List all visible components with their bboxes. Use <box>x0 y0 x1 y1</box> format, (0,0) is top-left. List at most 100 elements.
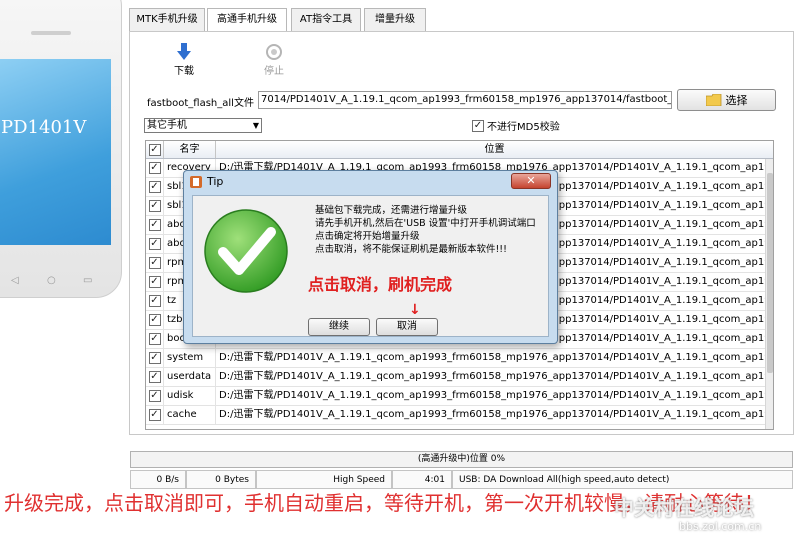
row-path: D:/迅雷下载/PD1401V_A_1.19.1_qcom_ap1993_frm… <box>219 390 773 401</box>
row-checkbox[interactable]: ✓ <box>148 276 161 288</box>
stop-label: 停止 <box>264 66 284 77</box>
close-icon: ✕ <box>526 174 536 187</box>
download-arrow-icon <box>164 42 204 62</box>
watermark-text: 中关村在线论坛 <box>614 496 754 520</box>
row-checkbox-cell: ✓ <box>146 406 164 424</box>
status-bar: 0 B/s 0 Bytes High Speed 4:01 USB: DA Do… <box>130 470 793 489</box>
row-checkbox-cell: ✓ <box>146 216 164 234</box>
column-name-header[interactable]: 名字 <box>164 141 216 158</box>
row-checkbox-cell: ✓ <box>146 387 164 405</box>
dialog-titlebar[interactable]: Tip ✕ <box>184 171 557 193</box>
row-checkbox[interactable]: ✓ <box>148 314 161 326</box>
back-icon: ◁ <box>11 275 19 286</box>
row-checkbox[interactable]: ✓ <box>148 390 161 402</box>
row-checkbox[interactable]: ✓ <box>148 238 161 250</box>
status-device: USB: DA Download All(high speed,auto det… <box>452 470 793 489</box>
phone-screen: PD1401V <box>0 59 111 245</box>
row-checkbox[interactable]: ✓ <box>148 181 161 193</box>
annotation-text: 点击取消，刷机完成 <box>308 275 453 294</box>
tab-at-tool[interactable]: AT指令工具 <box>291 8 361 32</box>
phone-image: PD1401V ◁ ○ ▭ <box>0 0 122 298</box>
select-all-cell: ✓ <box>146 141 164 158</box>
dialog-message: 基础包下载完成，还需进行增量升级 请先手机开机,然后在'USB 设置'中打开手机… <box>315 204 536 256</box>
tab-mtk[interactable]: MTK手机升级 <box>129 8 205 32</box>
dialog-title: Tip <box>207 175 224 188</box>
row-checkbox[interactable]: ✓ <box>148 200 161 212</box>
table-row[interactable]: ✓ userdata D:/迅雷下载/PD1401V_A_1.19.1_qcom_a… <box>146 368 773 387</box>
select-all-checkbox[interactable]: ✓ <box>148 144 161 156</box>
fastboot-file-label: fastboot_flash_all文件 <box>147 98 254 109</box>
row-checkbox-cell: ✓ <box>146 178 164 196</box>
tab-incremental[interactable]: 增量升级 <box>364 8 426 32</box>
download-button[interactable]: 下载 <box>164 42 204 77</box>
row-path: D:/迅雷下载/PD1401V_A_1.19.1_qcom_ap1993_frm… <box>219 352 773 363</box>
home-icon: ○ <box>47 275 56 286</box>
md5-label: 不进行MD5校验 <box>487 122 560 133</box>
annotation-arrow-icon: ↓ <box>409 302 421 318</box>
app-icon <box>190 176 202 188</box>
fastboot-path-input[interactable]: 7014/PD1401V_A_1.19.1_qcom_ap1993_frm601… <box>258 91 672 109</box>
download-label: 下载 <box>174 66 194 77</box>
row-path: D:/迅雷下载/PD1401V_A_1.19.1_qcom_ap1993_frm… <box>219 371 773 382</box>
row-checkbox[interactable]: ✓ <box>148 295 161 307</box>
table-row[interactable]: ✓ udisk D:/迅雷下载/PD1401V_A_1.19.1_qcom_ap19… <box>146 387 773 406</box>
row-checkbox-cell: ✓ <box>146 349 164 367</box>
scrollbar-thumb[interactable] <box>767 173 773 373</box>
dialog-message-line: 基础包下载完成，还需进行增量升级 <box>315 205 468 216</box>
menu-icon: ▭ <box>83 275 93 286</box>
row-checkbox[interactable]: ✓ <box>148 257 161 269</box>
dialog-message-line: 点击确定将开始增量升级 <box>315 231 420 242</box>
column-position-header[interactable]: 位置 <box>216 141 773 158</box>
cancel-button[interactable]: 取消 <box>376 318 438 336</box>
row-checkbox-cell: ✓ <box>146 292 164 310</box>
status-speed: 0 B/s <box>130 470 186 489</box>
row-checkbox-cell: ✓ <box>146 159 164 177</box>
row-checkbox-cell: ✓ <box>146 273 164 291</box>
row-checkbox-cell: ✓ <box>146 311 164 329</box>
row-checkbox[interactable]: ✓ <box>148 371 161 383</box>
table-row[interactable]: ✓ system D:/迅雷下载/PD1401V_A_1.19.1_qcom_ap1… <box>146 349 773 368</box>
row-name: cache <box>164 406 216 424</box>
row-name: udisk <box>164 387 216 405</box>
continue-button[interactable]: 继续 <box>308 318 370 336</box>
dialog-close-button[interactable]: ✕ <box>511 173 551 189</box>
status-mode: High Speed <box>256 470 392 489</box>
phone-type-value: 其它手机 <box>147 120 187 131</box>
row-path: D:/迅雷下载/PD1401V_A_1.19.1_qcom_ap1993_frm… <box>219 409 773 420</box>
dropdown-arrow-icon: ▼ <box>252 121 259 130</box>
checkmark-icon <box>204 209 288 293</box>
phone-speaker <box>31 31 71 35</box>
dialog-message-line: 点击取消，将不能保证刷机是最新版本软件!!! <box>315 244 507 255</box>
row-name: system <box>164 349 216 367</box>
status-time: 4:01 <box>392 470 452 489</box>
phone-model-label: PD1401V <box>1 117 87 138</box>
vertical-scrollbar[interactable] <box>765 159 773 429</box>
row-name: userdata <box>164 368 216 386</box>
dialog-body: 基础包下载完成，还需进行增量升级 请先手机开机,然后在'USB 设置'中打开手机… <box>192 195 549 337</box>
row-checkbox-cell: ✓ <box>146 254 164 272</box>
table-row[interactable]: ✓ cache D:/迅雷下载/PD1401V_A_1.19.1_qcom_ap19… <box>146 406 773 425</box>
folder-icon <box>705 94 721 106</box>
row-checkbox[interactable]: ✓ <box>148 409 161 421</box>
tip-dialog: Tip ✕ 基础包下载完成，还需进行增量升级 请先手机开机,然后在'USB 设置… <box>183 170 558 344</box>
select-file-button[interactable]: 选择 <box>677 89 776 111</box>
row-checkbox[interactable]: ✓ <box>148 162 161 174</box>
row-checkbox-cell: ✓ <box>146 330 164 348</box>
row-checkbox-cell: ✓ <box>146 368 164 386</box>
phone-type-select[interactable]: 其它手机 ▼ <box>144 118 262 133</box>
progress-bar: (高通升级中)位置 0% <box>130 451 793 468</box>
watermark-url: bbs.zol.com.cn <box>679 520 762 533</box>
row-checkbox-cell: ✓ <box>146 235 164 253</box>
select-file-label: 选择 <box>725 94 748 107</box>
row-checkbox-cell: ✓ <box>146 197 164 215</box>
status-bytes: 0 Bytes <box>186 470 256 489</box>
row-checkbox[interactable]: ✓ <box>148 333 161 345</box>
md5-option[interactable]: ✓ 不进行MD5校验 <box>472 118 560 133</box>
stop-button[interactable]: 停止 <box>254 42 294 77</box>
row-checkbox[interactable]: ✓ <box>148 352 161 364</box>
md5-checkbox[interactable]: ✓ <box>472 119 484 132</box>
row-checkbox[interactable]: ✓ <box>148 219 161 231</box>
tab-qualcomm[interactable]: 高通手机升级 <box>207 8 287 32</box>
dialog-message-line: 请先手机开机,然后在'USB 设置'中打开手机调试端口 <box>315 218 536 229</box>
stop-icon <box>254 42 294 62</box>
